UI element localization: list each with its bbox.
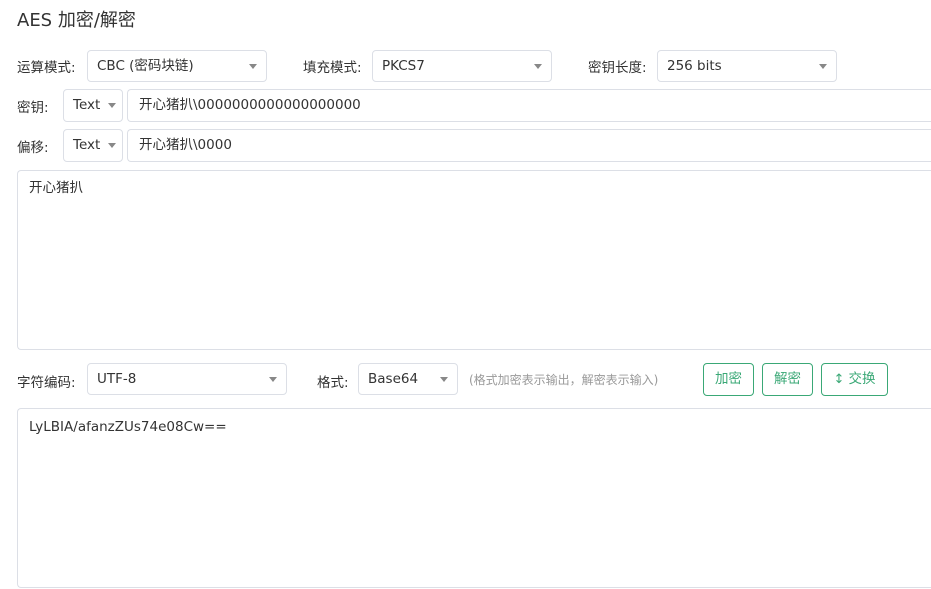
swap-button[interactable]: ↕ 交换 [821, 363, 888, 396]
chevron-down-icon [108, 143, 116, 148]
format-select-value: Base64 [368, 371, 419, 387]
key-input[interactable]: 开心猪扒\0000000000000000000 [127, 89, 931, 122]
mode-select-value: CBC (密码块链) [97, 58, 194, 74]
chevron-down-icon [108, 103, 116, 108]
mode-label: 运算模式: [17, 60, 76, 76]
chevron-down-icon [440, 377, 448, 382]
charset-select-value: UTF-8 [97, 371, 137, 387]
iv-input[interactable]: 开心猪扒\0000 [127, 129, 931, 162]
charset-select[interactable]: UTF-8 [87, 363, 287, 395]
chevron-down-icon [269, 377, 277, 382]
key-label: 密钥: [17, 100, 49, 116]
iv-format-value: Text [73, 137, 101, 153]
padding-label: 填充模式: [303, 60, 362, 76]
plaintext-textarea[interactable]: 开心猪扒 [17, 170, 931, 350]
keylen-label: 密钥长度: [588, 60, 647, 76]
iv-format-select[interactable]: Text [63, 129, 123, 162]
format-select[interactable]: Base64 [358, 363, 458, 395]
padding-select[interactable]: PKCS7 [372, 50, 552, 82]
decrypt-button[interactable]: 解密 [762, 363, 813, 396]
chevron-down-icon [534, 64, 542, 69]
swap-icon: ↕ [833, 372, 845, 387]
charset-label: 字符编码: [17, 375, 76, 391]
format-hint: (格式加密表示输出，解密表示输入) [469, 373, 659, 387]
key-format-select[interactable]: Text [63, 89, 123, 122]
format-label: 格式: [317, 375, 349, 391]
iv-label: 偏移: [17, 140, 49, 156]
page-title: AES 加密/解密 [17, 10, 136, 31]
encrypt-button[interactable]: 加密 [703, 363, 754, 396]
chevron-down-icon [819, 64, 827, 69]
mode-select[interactable]: CBC (密码块链) [87, 50, 267, 82]
keylen-select[interactable]: 256 bits [657, 50, 837, 82]
ciphertext-textarea[interactable]: LyLBIA/afanzZUs74e08Cw== [17, 408, 931, 588]
chevron-down-icon [249, 64, 257, 69]
keylen-select-value: 256 bits [667, 58, 722, 74]
swap-button-label: 交换 [848, 371, 876, 387]
padding-select-value: PKCS7 [382, 58, 425, 74]
key-format-value: Text [73, 97, 101, 113]
